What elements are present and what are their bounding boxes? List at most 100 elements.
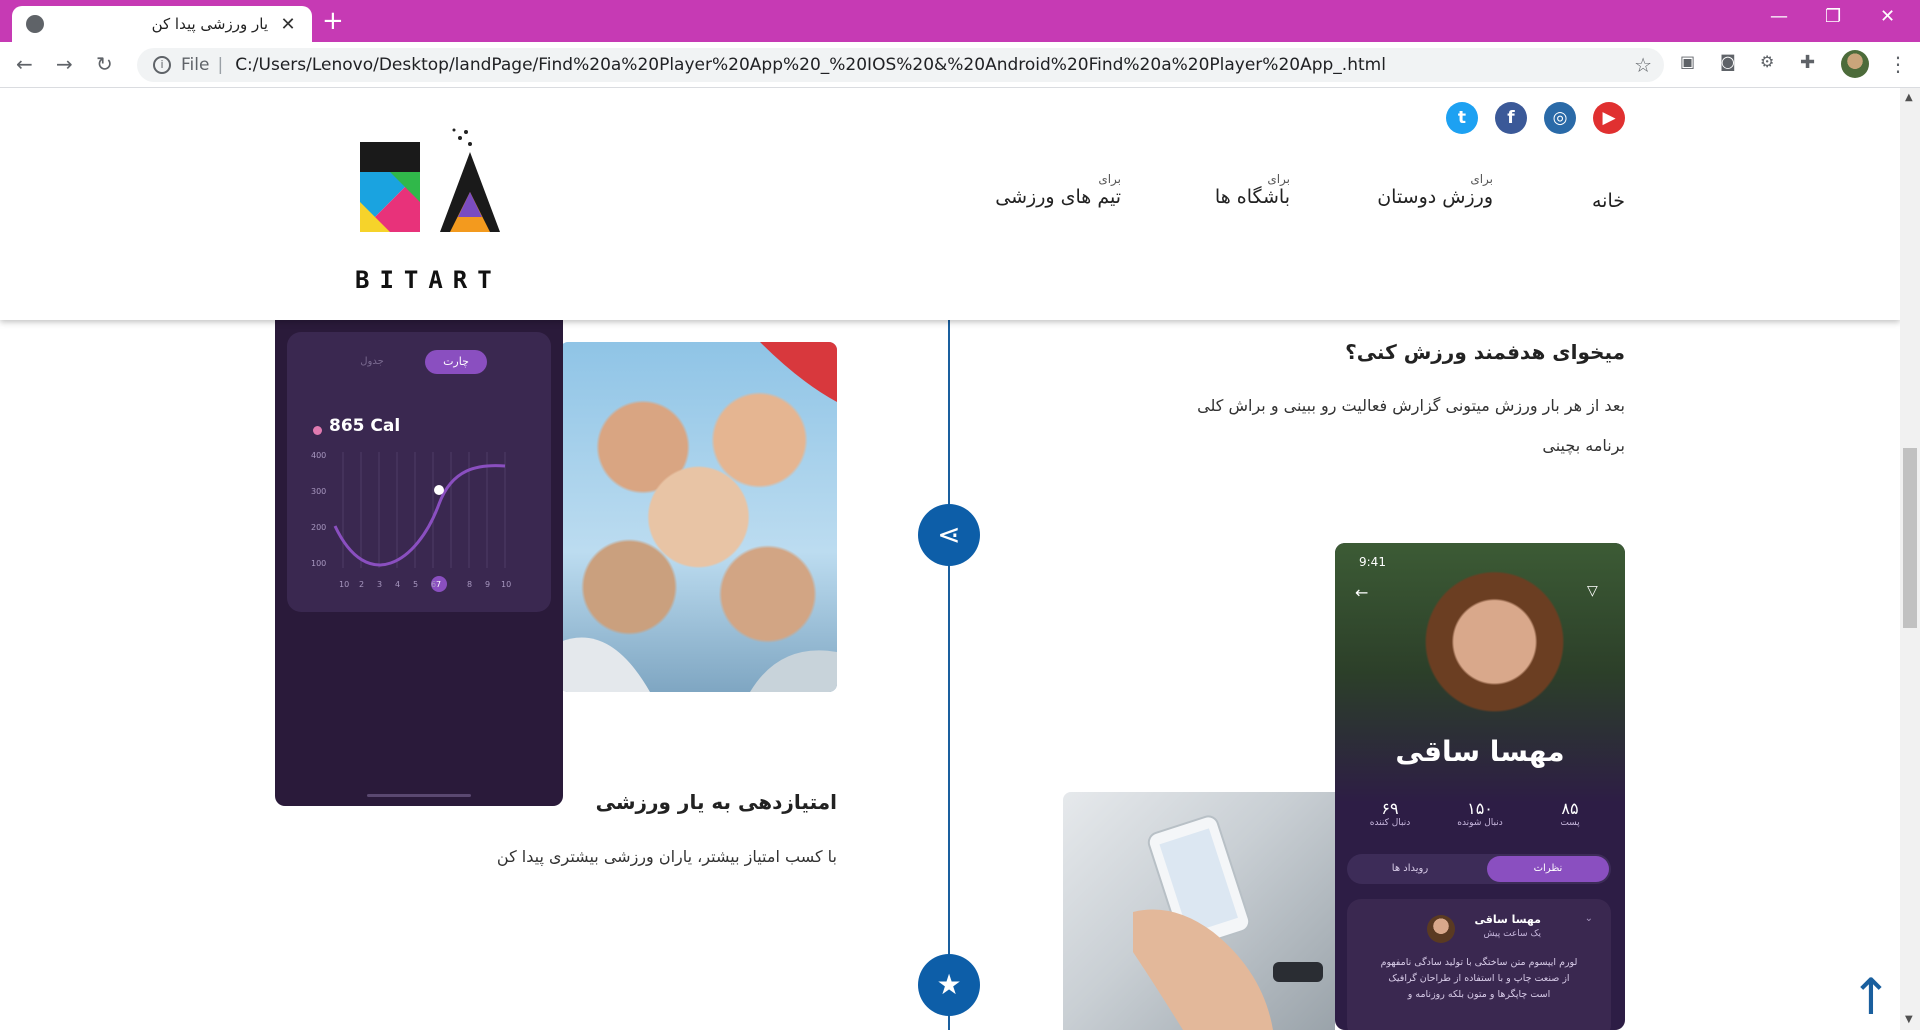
table-tab[interactable]: جدول [347,350,397,374]
y-tick: 400 [311,451,326,460]
camera-off-icon[interactable]: ▣ [1680,52,1695,71]
site-header: t f ◎ ▶ خانه برای ورزش دوستان برای باشگا… [0,88,1900,320]
chart-tab-active[interactable]: چارت [425,350,487,374]
calorie-phone-mockup: چارت جدول 865 Cal 400 300 200 100 10 2 3… [275,308,563,806]
y-tick: 300 [311,487,326,496]
tab-title: یار ورزشی پیدا کن [151,15,268,33]
facebook-icon[interactable]: f [1495,102,1527,134]
calorie-card: چارت جدول 865 Cal 400 300 200 100 10 2 3… [287,332,551,612]
section1-line1: بعد از هر بار ورزش میتونی گزارش فعالیت ر… [1197,396,1625,415]
x-tick: 2 [359,580,364,589]
page-viewport: ⋖ ★ میخوای هدفمند ورزش کنی؟ بعد از هر با… [0,88,1900,1030]
y-tick: 200 [311,523,326,532]
filter-icon[interactable]: ▽ [1587,583,1598,599]
x-tick: 3 [377,580,382,589]
stat-label: پست [1560,818,1580,828]
logo-text: BITART [355,266,502,294]
scroll-to-top-icon[interactable]: ↑ [1850,968,1892,1026]
section2-text: با کسب امتیاز بیشتر، یاران ورزشی بیشتری … [496,847,837,866]
x-tick: 7 [436,580,441,589]
share-icon: ⋖ [918,504,980,566]
profile-avatar-icon[interactable] [1841,50,1869,78]
x-tick: 10 [339,580,349,589]
events-tab[interactable]: رویداد ها [1349,856,1471,882]
back-arrow-icon[interactable]: ← [1355,583,1368,602]
address-separator: | [217,55,224,75]
comment-text: لورم ایپسوم متن ساختگی با تولید سادگی نا… [1380,957,1578,1000]
logo-mark-icon [360,128,500,232]
address-bar[interactable]: i File | C:/Users/Lenovo/Desktop/landPag… [137,48,1664,82]
info-icon[interactable]: i [153,56,171,74]
globe-icon [26,15,44,33]
stat-value: ۱۵۰ [1467,799,1493,818]
nav-home[interactable]: خانه [1592,190,1625,212]
tab-close-icon[interactable]: ✕ [276,14,300,35]
browser-tab[interactable]: ✕ یار ورزشی پیدا کن [12,6,312,42]
url-text[interactable]: C:/Users/Lenovo/Desktop/landPage/Find%20… [235,55,1386,75]
page-scrollbar[interactable]: ▲ ▼ [1900,88,1920,1030]
browser-toolbar: ← → ↻ i File | C:/Users/Lenovo/Desktop/l… [0,42,1920,88]
camera-icon[interactable]: ◙ [1720,52,1736,71]
stat-followers: ۱۵۰ دنبال شونده [1445,799,1515,828]
nav-sport-lovers[interactable]: برای ورزش دوستان [1377,172,1493,208]
y-tick: 100 [311,559,326,568]
friends-group-photo [560,342,837,692]
stat-following: ۶۹ دنبال کننده [1355,799,1425,828]
nav-pre-label: برای [1470,172,1493,186]
nav-pre-label: برای [1267,172,1290,186]
instagram-icon[interactable]: ◎ [1544,102,1576,134]
comment-time: یک ساعت پیش [1483,929,1541,939]
youtube-icon[interactable]: ▶ [1593,102,1625,134]
star-icon: ★ [918,954,980,1016]
back-icon[interactable]: ← [16,52,33,76]
extension-link-icon[interactable]: ⚙ [1760,52,1774,71]
nav-label: باشگاه ها [1214,186,1290,208]
reload-icon[interactable]: ↻ [96,52,113,76]
browser-titlebar: ✕ یار ورزشی پیدا کن + — ❐ ✕ [0,0,1920,42]
scrollbar-thumb[interactable] [1903,448,1917,628]
scroll-down-arrow-icon[interactable]: ▼ [1905,1014,1913,1025]
bookmark-star-icon[interactable]: ☆ [1634,53,1652,77]
hand-phone-illustration [1133,815,1323,1030]
profile-name: مهسا ساقی [1395,735,1565,768]
section1-title: میخوای هدفمند ورزش کنی؟ [1345,340,1625,364]
menu-kebab-icon[interactable]: ⋮ [1888,52,1908,76]
calorie-value: 865 Cal [329,416,401,436]
nav-pre-label: برای [1098,172,1121,186]
home-indicator [367,794,471,797]
friends-photo-overlay [560,342,837,692]
hand-phone-photo [1063,792,1335,1030]
profile-tabs: نظرات رویداد ها [1347,854,1611,884]
stat-value: ۶۹ [1381,799,1399,818]
stat-label: دنبال شونده [1457,818,1503,828]
window-close-icon[interactable]: ✕ [1880,6,1895,27]
status-time: 9:41 [1359,555,1386,569]
calorie-dot-icon [313,426,322,435]
minimize-icon[interactable]: — [1770,6,1788,27]
section1-line2: برنامه بچینی [1542,436,1625,455]
x-tick: 9 [485,580,490,589]
restore-icon[interactable]: ❐ [1825,6,1841,27]
calorie-line-chart: 400 300 200 100 10 2 3 4 5 6 7 8 9 10 [311,451,511,592]
x-tick: 5 [413,580,418,589]
forward-icon[interactable]: → [56,52,73,76]
x-tick: 4 [395,580,400,589]
nav-label: تیم های ورزشی [995,186,1121,208]
commenter-avatar [1427,915,1455,943]
twitter-icon[interactable]: t [1446,102,1478,134]
nav-label: ورزش دوستان [1377,186,1493,208]
comments-tab[interactable]: نظرات [1487,856,1609,882]
scroll-up-arrow-icon[interactable]: ▲ [1905,92,1913,103]
x-tick: 8 [467,580,472,589]
file-label: File [181,55,210,75]
nav-home-label: خانه [1591,190,1625,212]
new-tab-button[interactable]: + [322,6,344,36]
nav-sport-teams[interactable]: برای تیم های ورزشی [995,172,1121,208]
comment-chevron-icon[interactable]: ⌄ [1585,913,1593,924]
profile-phone-mockup: 9:41 ← ▽ مهسا ساقی ۸۵ پست ۱۵۰ دنبال شوند… [1335,543,1625,1030]
stat-label: دنبال کننده [1369,818,1411,828]
stat-posts: ۸۵ پست [1535,799,1605,828]
extensions-puzzle-icon[interactable]: ✚ [1800,52,1815,73]
nav-clubs[interactable]: برای باشگاه ها [1215,172,1290,208]
commenter-name: مهسا ساقی [1474,913,1541,926]
